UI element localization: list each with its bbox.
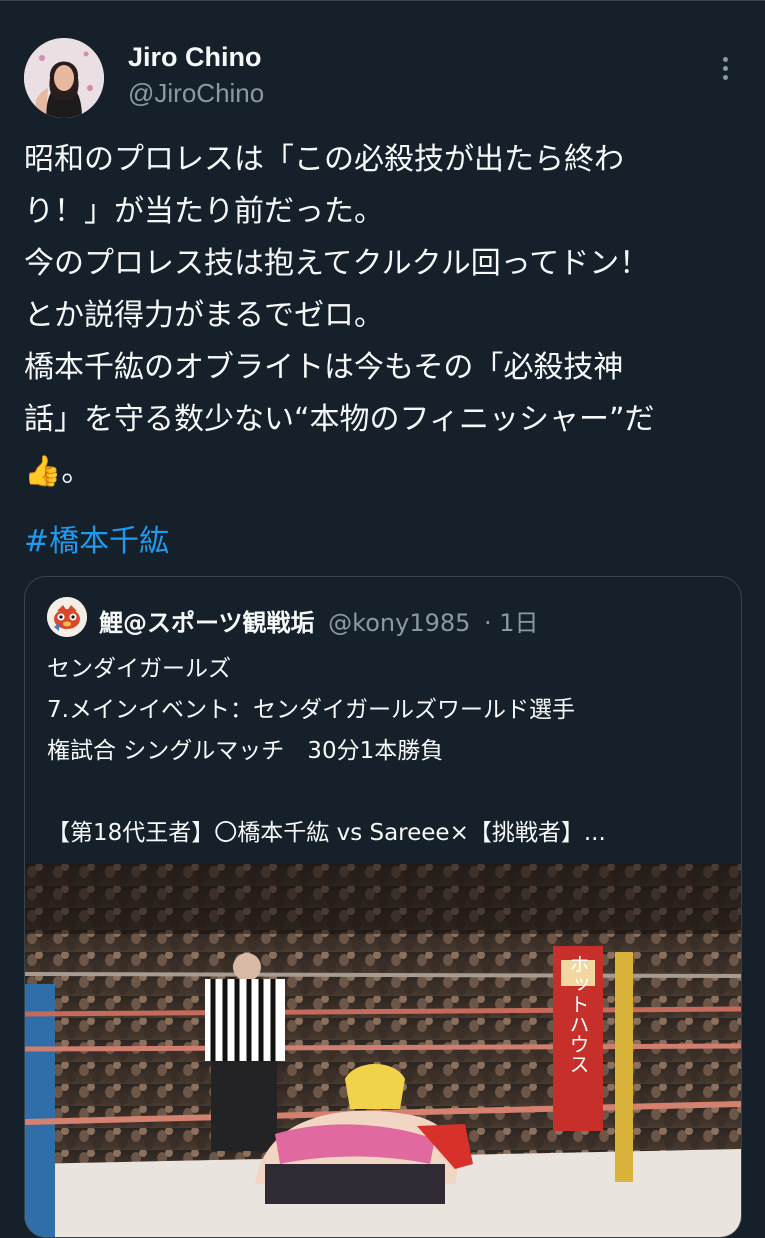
quoted-line bbox=[47, 772, 723, 813]
tweet-line: 👍。 bbox=[24, 454, 92, 489]
quoted-line: 【第18代王者】〇橋本千紘 vs Sareee×【挑戦者】... bbox=[47, 820, 606, 846]
banner-text: ホットハウス bbox=[566, 954, 590, 1074]
quoted-tweet[interactable]: 鯉@スポーツ観戦垢 @kony1985 · 1日 センダイガールズ 7.メインイ… bbox=[24, 576, 742, 1238]
tweet-line: 橋本千紘のオブライトは今もその「必殺技神 bbox=[24, 350, 624, 385]
carp-icon bbox=[47, 597, 87, 637]
quoted-line: センダイガールズ bbox=[47, 656, 231, 682]
quoted-header: 鯉@スポーツ観戦垢 @kony1985 · 1日 bbox=[99, 603, 539, 638]
tweet-line: 話」を守る数少ない“本物のフィニッシャー”だ bbox=[24, 402, 655, 437]
quoted-line: 権試合 シングルマッチ 30分1本勝負 bbox=[47, 738, 444, 764]
quoted-text: センダイガールズ 7.メインイベント：センダイガールズワールド選手 権試合 シン… bbox=[47, 649, 723, 854]
avatar[interactable] bbox=[24, 38, 104, 118]
tweet-line: とか説得力がまるでゼロ。 bbox=[24, 298, 384, 333]
quoted-timestamp[interactable]: · 1日 bbox=[484, 609, 539, 637]
top-divider bbox=[0, 0, 765, 1]
hashtag-link[interactable]: #橋本千紘 bbox=[24, 516, 169, 560]
tweet-line: り！」が当たり前だった。 bbox=[24, 194, 384, 229]
tweet-line: 昭和のプロレスは「この必殺技が出たら終わ bbox=[24, 142, 624, 177]
avatar-image bbox=[24, 38, 104, 118]
author-handle[interactable]: @JiroChino bbox=[128, 78, 264, 109]
tweet-text: 昭和のプロレスは「この必殺技が出たら終わ り！」が当たり前だった。 今のプロレス… bbox=[24, 134, 749, 498]
quoted-avatar[interactable] bbox=[47, 597, 87, 637]
wrestling-ring-photo: ホットハウス bbox=[25, 864, 741, 1237]
quoted-author-handle[interactable]: @kony1985 bbox=[328, 609, 470, 637]
author-name[interactable]: Jiro Chino bbox=[128, 42, 262, 73]
more-options-icon[interactable] bbox=[712, 54, 738, 88]
tweet-line: 今のプロレス技は抱えてクルクル回ってドン！ bbox=[24, 246, 650, 281]
quoted-line: 7.メインイベント：センダイガールズワールド選手 bbox=[47, 697, 575, 723]
quoted-author-name[interactable]: 鯉@スポーツ観戦垢 bbox=[99, 609, 315, 637]
quoted-media-image[interactable]: ホットハウス bbox=[25, 864, 741, 1237]
